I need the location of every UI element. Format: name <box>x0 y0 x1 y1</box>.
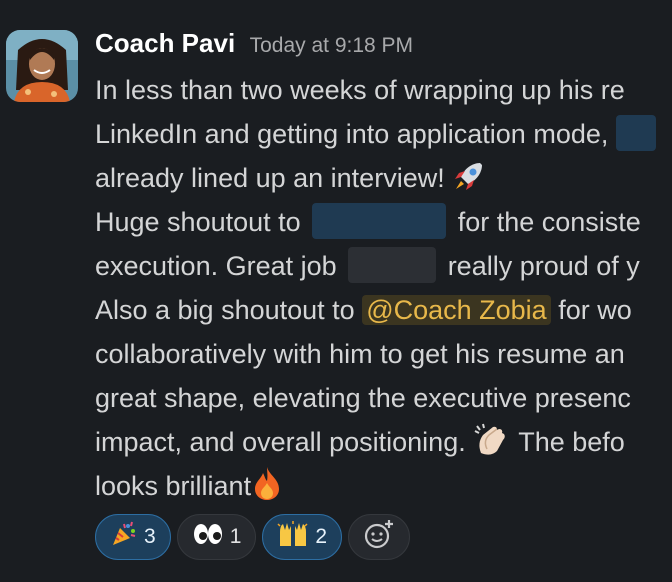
redacted-mention <box>312 203 447 239</box>
message-line: Also a big shoutout to @Coach Zobia for … <box>95 295 632 325</box>
add-emoji-icon <box>363 518 395 556</box>
message-line: In less than two weeks of wrapping up hi… <box>95 75 625 105</box>
redacted-name <box>615 115 656 151</box>
user-mention[interactable]: @Coach Zobia <box>362 295 551 325</box>
message-line: already lined up an interview! <box>95 156 672 200</box>
message-line: execution. Great job really proud of y <box>95 244 672 288</box>
reaction-count: 3 <box>144 525 156 548</box>
redacted-name <box>348 247 437 283</box>
eyes-icon <box>192 522 224 552</box>
message-line: LinkedIn and getting into application mo… <box>95 112 672 156</box>
message-header: Coach Pavi Today at 9:18 PM <box>95 28 413 59</box>
add-reaction-button[interactable] <box>348 514 411 560</box>
reaction-party-popper[interactable]: 3 <box>95 514 171 560</box>
reaction-count: 1 <box>229 525 242 548</box>
message-line: Huge shoutout to for the consiste <box>95 200 672 244</box>
clapping-hands-emoji-icon <box>473 423 511 470</box>
message-line: collaboratively with him to get his resu… <box>95 339 625 369</box>
rocket-emoji-icon <box>452 159 486 206</box>
raising-hands-icon <box>277 520 309 554</box>
fire-emoji-icon <box>251 465 283 514</box>
reaction-count: 2 <box>315 525 328 548</box>
author-name[interactable]: Coach Pavi <box>95 28 235 58</box>
reactions-bar: 3 1 2 <box>95 514 411 560</box>
avatar[interactable] <box>6 30 78 102</box>
party-popper-icon <box>110 520 138 554</box>
reaction-raising-hands[interactable]: 2 <box>262 514 343 560</box>
message-line: impact, and overall positioning. The bef… <box>95 420 672 464</box>
message-timestamp[interactable]: Today at 9:18 PM <box>250 34 413 57</box>
message-line: great shape, elevating the executive pre… <box>95 383 631 413</box>
reaction-eyes[interactable]: 1 <box>176 514 257 560</box>
message-body: In less than two weeks of wrapping up hi… <box>95 68 672 508</box>
message-line: looks brilliant <box>95 464 672 508</box>
